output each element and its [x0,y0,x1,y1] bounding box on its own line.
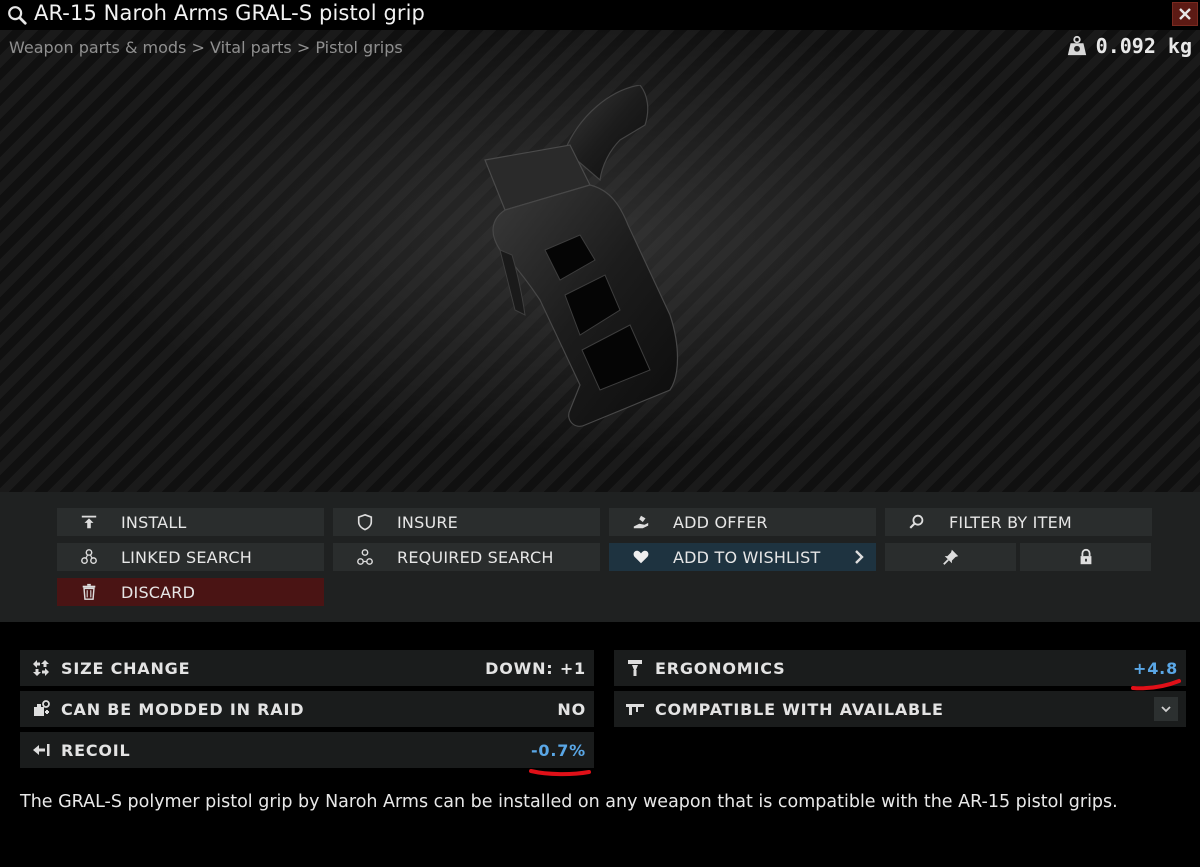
linked-search-button[interactable]: LINKED SEARCH [57,543,324,571]
action-panel: INSTALL INSURE ADD OFFER FILTER BY ITEM … [0,492,1200,622]
add-offer-button[interactable]: ADD OFFER [609,508,876,536]
breadcrumb-item[interactable]: Weapon parts & mods [9,38,186,57]
breadcrumb-separator: > [296,38,316,57]
item-title: AR-15 Naroh Arms GRAL-S pistol grip [34,1,425,25]
chevron-down-icon [1161,706,1171,713]
stat-ergonomics: ERGONOMICS +4.8 [614,650,1186,686]
stat-size-change: SIZE CHANGE DOWN: +1 [20,650,594,686]
breadcrumb-item[interactable]: Vital parts [210,38,292,57]
trash-icon [71,583,107,601]
offer-hand-icon [623,513,659,531]
pin-icon [933,548,969,566]
search-icon [8,6,27,25]
modded-in-raid-label: CAN BE MODDED IN RAID [61,699,305,719]
close-button[interactable] [1172,2,1198,26]
item-description: The GRAL-S polymer pistol grip by Naroh … [20,792,1118,812]
size-change-label: SIZE CHANGE [61,658,191,678]
modded-in-raid-value: NO [557,699,586,719]
weight-icon [1067,35,1086,56]
title-bar: AR-15 Naroh Arms GRAL-S pistol grip [0,0,1200,30]
add-offer-label: ADD OFFER [673,512,768,532]
ergonomics-icon [623,656,647,680]
size-change-icon [29,656,53,680]
size-change-value: DOWN: +1 [485,658,586,678]
stats-panel: SIZE CHANGE DOWN: +1 CAN BE MODDED IN RA… [0,622,1200,867]
weight-value: 0.092 kg [1095,34,1192,58]
compatible-dropdown-toggle[interactable] [1154,697,1178,721]
breadcrumb: Weapon parts & mods > Vital parts > Pist… [9,38,403,57]
insure-button[interactable]: INSURE [333,508,600,536]
recoil-value: -0.7% [530,740,586,760]
required-nodes-icon [347,548,383,566]
linked-nodes-icon [71,548,107,566]
ergonomics-value: +4.8 [1133,658,1178,678]
heart-icon [623,548,659,566]
shield-icon [347,513,383,531]
pin-button[interactable] [885,543,1016,571]
item-preview: Weapon parts & mods > Vital parts > Pist… [0,30,1200,492]
insure-label: INSURE [397,512,458,532]
recoil-annotation-underline [529,769,591,777]
mod-gears-icon [29,697,53,721]
lock-button[interactable] [1020,543,1151,571]
compatible-gun-icon [623,697,647,721]
discard-button[interactable]: DISCARD [57,578,324,606]
linked-search-label: LINKED SEARCH [121,547,252,567]
pistol-grip-image [484,85,679,427]
lock-icon [1068,548,1104,566]
magnifier-icon [899,513,935,531]
stat-modded-in-raid: CAN BE MODDED IN RAID NO [20,691,594,727]
compatible-label: COMPATIBLE WITH AVAILABLE [655,699,944,719]
breadcrumb-item[interactable]: Pistol grips [315,38,402,57]
required-search-button[interactable]: REQUIRED SEARCH [333,543,600,571]
install-label: INSTALL [121,512,187,532]
filter-by-item-button[interactable]: FILTER BY ITEM [885,508,1152,536]
item-weight: 0.092 kg [1066,34,1192,58]
discard-label: DISCARD [121,582,196,602]
recoil-arrow-icon [29,738,53,762]
close-icon [1179,8,1191,20]
add-to-wishlist-label: ADD TO WISHLIST [673,547,821,567]
stat-recoil: RECOIL -0.7% [20,732,594,768]
breadcrumb-separator: > [191,38,210,57]
add-to-wishlist-button[interactable]: ADD TO WISHLIST [609,543,876,571]
chevron-right-icon [855,550,864,564]
filter-by-item-label: FILTER BY ITEM [949,512,1072,532]
install-button[interactable]: INSTALL [57,508,324,536]
ergonomics-label: ERGONOMICS [655,658,786,678]
stat-compatible: COMPATIBLE WITH AVAILABLE [614,691,1186,727]
install-icon [71,513,107,531]
recoil-label: RECOIL [61,740,131,760]
required-search-label: REQUIRED SEARCH [397,547,554,567]
